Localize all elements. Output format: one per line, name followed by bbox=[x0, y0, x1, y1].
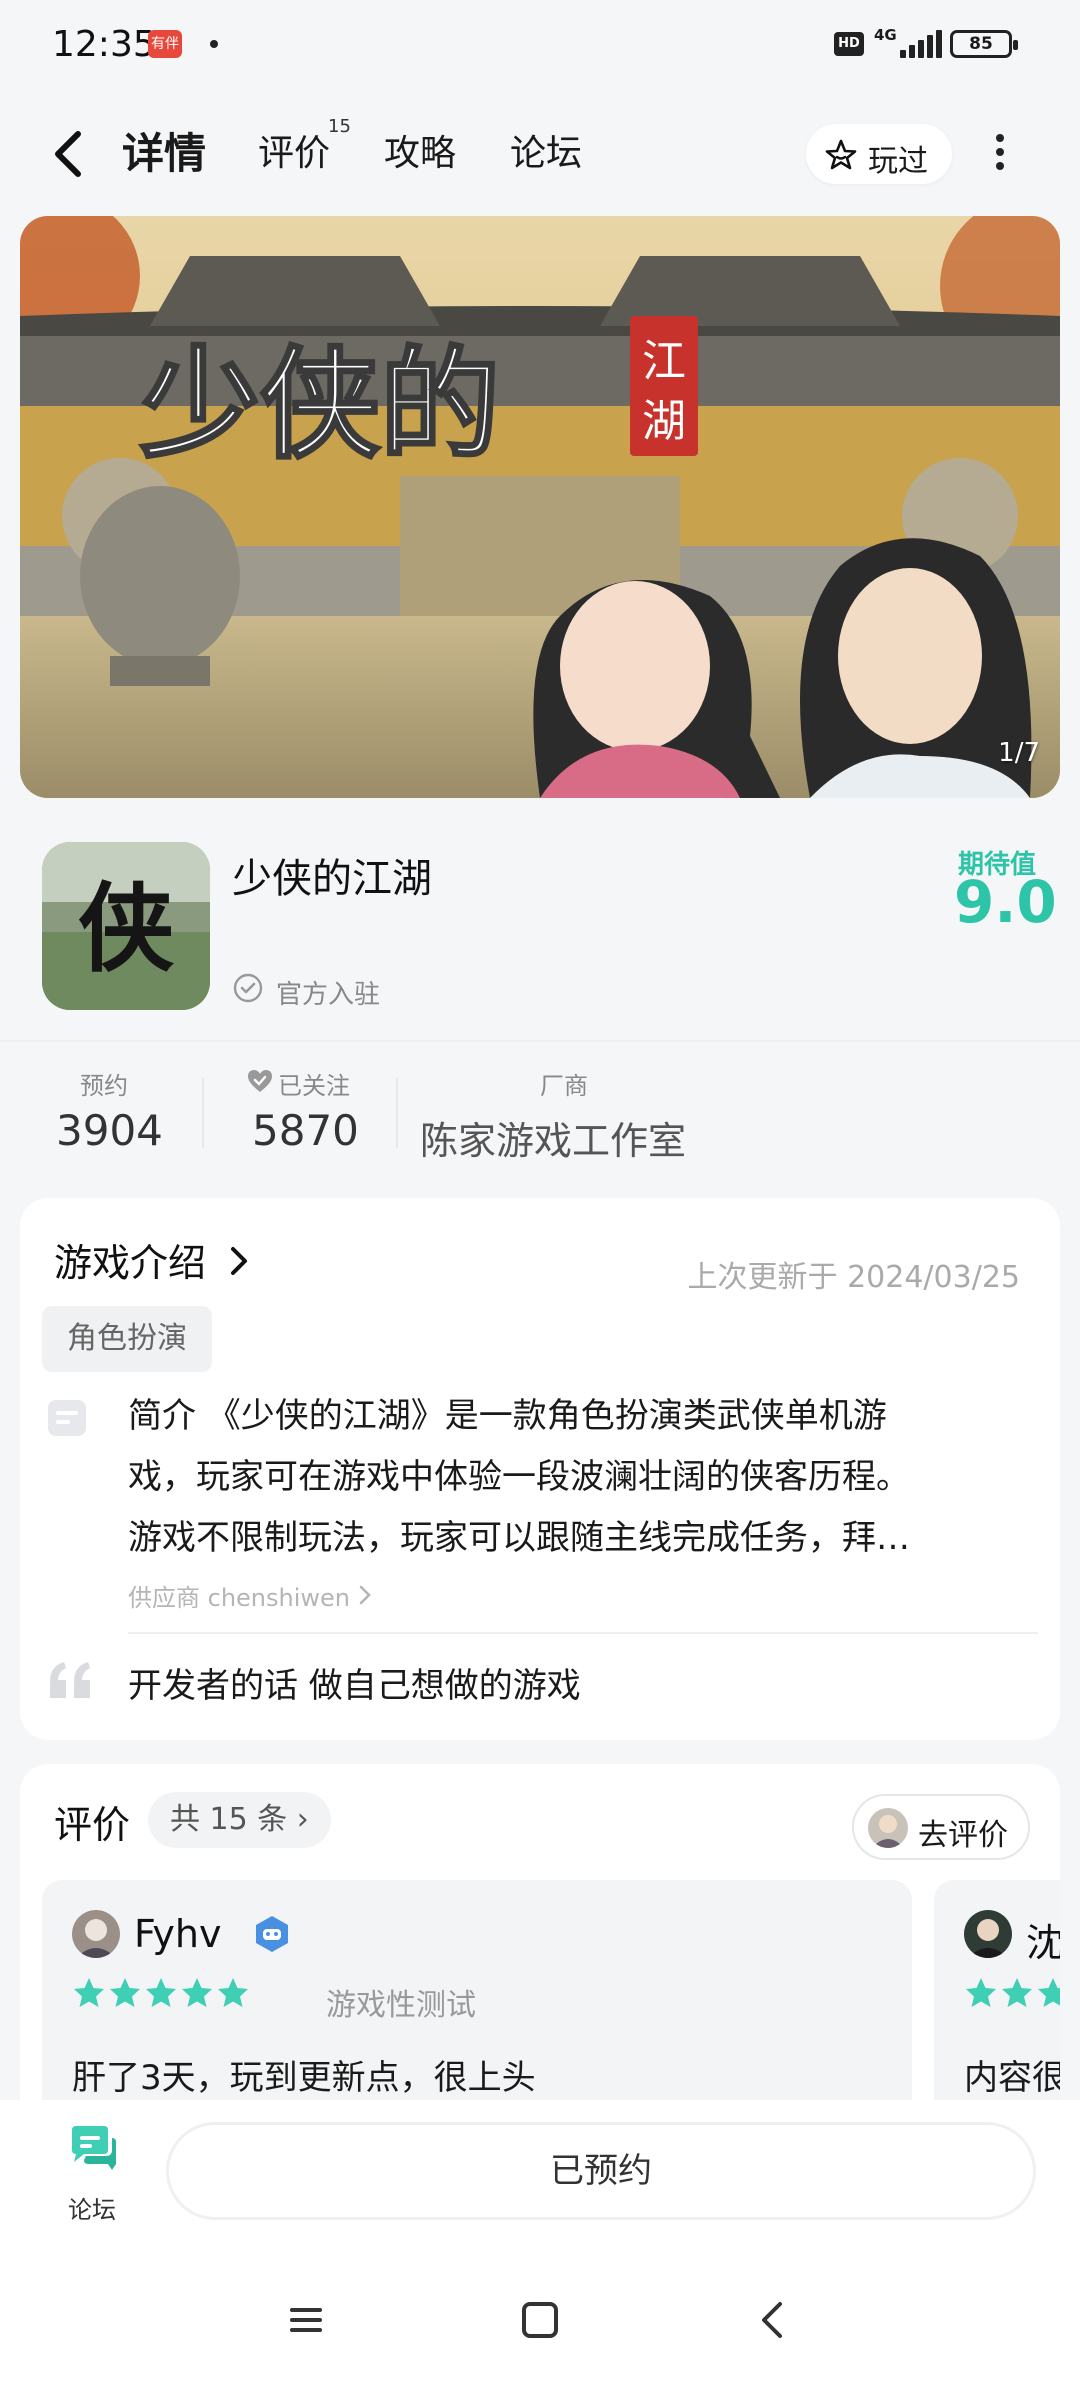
stat-followers-value: 5870 bbox=[252, 1106, 359, 1155]
official-label: 官方入驻 bbox=[276, 980, 381, 1010]
more-menu-icon[interactable] bbox=[990, 134, 1010, 174]
stat-developer-value[interactable]: 陈家游戏工作室 bbox=[420, 1110, 686, 1165]
star-icon bbox=[1002, 1978, 1032, 2007]
signal-icon bbox=[900, 30, 942, 58]
verified-check-icon bbox=[233, 973, 263, 1003]
reviews-title: 评价 bbox=[54, 1803, 131, 1847]
rating-stars bbox=[964, 1976, 1060, 2014]
star-icon bbox=[218, 1978, 248, 2007]
intro-title[interactable]: 游戏介绍 bbox=[54, 1232, 206, 1287]
stat-reservations-value: 3904 bbox=[56, 1106, 163, 1155]
chevron-right-icon[interactable] bbox=[228, 1244, 250, 1278]
developer-words: 开发者的话 做自己想做的游戏 bbox=[128, 1666, 581, 1706]
stat-reservations-label: 预约 bbox=[80, 1072, 128, 1100]
star-icon bbox=[1038, 1978, 1060, 2007]
played-label: 玩过 bbox=[868, 144, 928, 179]
game-title: 少侠的江湖 bbox=[232, 856, 432, 902]
reviewer-name: Fyhv bbox=[134, 1912, 222, 1956]
star-icon bbox=[74, 1978, 104, 2007]
reviewer-name: 沈 bbox=[1026, 1921, 1060, 1965]
status-bar: 12:35 有伴 HD 4G 85 bbox=[0, 0, 1080, 92]
genre-tag[interactable]: 角色扮演 bbox=[42, 1306, 212, 1372]
provider-link[interactable]: 供应商 chenshiwen bbox=[128, 1578, 350, 1613]
quote-icon bbox=[50, 1662, 90, 1698]
played-button[interactable]: 玩过 bbox=[806, 124, 952, 184]
status-time: 12:35 bbox=[52, 24, 156, 65]
system-navigation-bar bbox=[0, 2240, 1080, 2400]
star-icon bbox=[110, 1978, 140, 2007]
svg-text:江: 江 bbox=[642, 336, 686, 387]
user-avatar bbox=[868, 1808, 908, 1848]
tab-forum[interactable]: 论坛 bbox=[510, 124, 582, 176]
svg-text:湖: 湖 bbox=[642, 396, 686, 447]
network-type: 4G bbox=[874, 26, 897, 44]
notification-dot-icon bbox=[210, 40, 218, 48]
battery-icon: 85 bbox=[950, 30, 1018, 58]
expectation-score: 9.0 bbox=[954, 868, 1057, 936]
banner-page-indicator: 1/7 bbox=[998, 738, 1040, 768]
divider bbox=[128, 1632, 1038, 1634]
reviews-count-badge: 15 bbox=[328, 116, 351, 137]
chevron-right-icon bbox=[359, 1585, 371, 1605]
hd-icon: HD bbox=[834, 32, 864, 56]
divider bbox=[0, 1040, 1080, 1042]
reviewer-avatar bbox=[964, 1910, 1012, 1958]
top-nav: 详情 评价 15 攻略 论坛 玩过 bbox=[0, 100, 1080, 210]
forum-label[interactable]: 论坛 bbox=[68, 2190, 116, 2225]
write-review-label: 去评价 bbox=[918, 1818, 1008, 1853]
reviewer-avatar bbox=[72, 1910, 120, 1958]
stat-developer-label: 厂商 bbox=[540, 1072, 588, 1100]
bottom-action-bar: 论坛 已预约 bbox=[0, 2100, 1080, 2240]
rating-stars bbox=[72, 1976, 252, 2014]
stat-followers-label: 已关注 bbox=[278, 1072, 350, 1100]
star-outline-icon bbox=[825, 139, 857, 170]
game-app-icon: 侠 bbox=[42, 842, 210, 1010]
star-icon bbox=[146, 1978, 176, 2007]
star-icon bbox=[182, 1978, 212, 2007]
gamer-badge-icon bbox=[256, 1916, 288, 1952]
menu-icon[interactable] bbox=[276, 2290, 336, 2350]
stat-separator bbox=[396, 1078, 398, 1148]
stat-separator bbox=[202, 1078, 204, 1148]
back-icon[interactable] bbox=[744, 2290, 804, 2350]
tab-reviews[interactable]: 评价 bbox=[258, 124, 330, 176]
review-content: 内容很 bbox=[964, 2058, 1060, 2098]
forum-icon[interactable] bbox=[66, 2124, 118, 2174]
reviews-count-link[interactable]: 共 15 条 › bbox=[148, 1792, 331, 1848]
tab-details[interactable]: 详情 bbox=[119, 120, 209, 181]
write-review-button[interactable]: 去评价 bbox=[852, 1794, 1030, 1860]
notification-app-icon: 有伴 bbox=[148, 30, 182, 58]
banner-carousel[interactable]: 少侠的 江 湖 1/7 bbox=[20, 216, 1060, 798]
description-icon bbox=[48, 1400, 86, 1436]
reserved-button[interactable]: 已预约 bbox=[166, 2122, 1036, 2220]
intro-updated-date: 上次更新于 2024/03/25 bbox=[687, 1260, 1020, 1295]
game-intro-card: 游戏介绍 上次更新于 2024/03/25 角色扮演 简介 《少侠的江湖》是一款… bbox=[20, 1198, 1060, 1740]
home-icon[interactable] bbox=[510, 2290, 570, 2350]
review-tag: 游戏性测试 bbox=[326, 1988, 476, 2023]
banner-image: 少侠的 江 湖 bbox=[20, 216, 1060, 798]
tab-guides[interactable]: 攻略 bbox=[384, 124, 456, 176]
back-arrow-icon[interactable] bbox=[48, 126, 88, 182]
banner-title: 少侠的 bbox=[140, 334, 500, 475]
heart-check-icon bbox=[248, 1070, 272, 1092]
svg-text:侠: 侠 bbox=[78, 872, 175, 985]
review-content: 肝了3天，玩到更新点，很上头 bbox=[72, 2058, 536, 2098]
intro-description[interactable]: 简介 《少侠的江湖》是一款角色扮演类武侠单机游 戏，玩家可在游戏中体验一段波澜壮… bbox=[128, 1386, 998, 1569]
star-icon bbox=[966, 1978, 996, 2007]
